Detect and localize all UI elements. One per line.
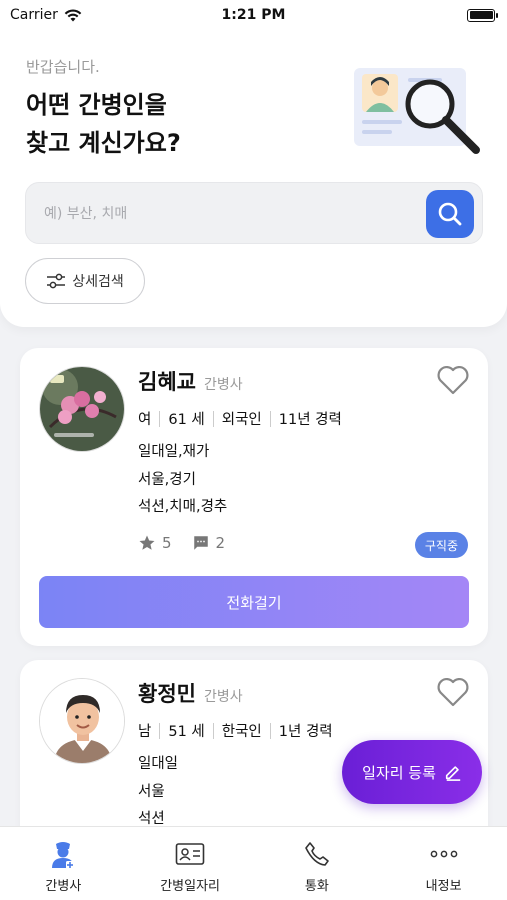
info-row: 남 51 세 한국인 1년 경력 xyxy=(138,720,333,741)
gender: 남 xyxy=(138,724,152,740)
reviews-count: 2 xyxy=(215,534,226,552)
divider xyxy=(212,722,214,739)
divider xyxy=(269,722,271,739)
gender: 여 xyxy=(138,412,152,428)
tab-jobs[interactable]: 간병일자리 xyxy=(127,827,254,900)
rating: 5 xyxy=(138,534,172,552)
battery-icon xyxy=(467,8,498,22)
call-button[interactable]: 전화걸기 xyxy=(39,576,469,628)
caregiver-name: 김혜교 xyxy=(138,370,196,394)
status-badge: 구직중 xyxy=(414,532,468,558)
name-row: 김혜교 간병사 xyxy=(138,366,243,396)
headline-line2: 찾고 계신가요? xyxy=(26,129,181,157)
tab-profile-label: 내정보 xyxy=(425,879,462,894)
header-section: 반갑습니다. 어떤 간병인을 찾고 계신가요? 상세검색 xyxy=(0,30,507,327)
nurse-icon xyxy=(48,839,78,869)
care-type: 일대일,재가 xyxy=(138,444,210,460)
divider xyxy=(212,410,214,427)
register-job-button[interactable]: 일자리 등록 xyxy=(342,740,482,804)
phone-icon xyxy=(302,839,332,869)
stats-row: 5 2 xyxy=(138,534,239,552)
care-type: 일대일 xyxy=(138,756,179,772)
caregiver-role: 간병사 xyxy=(203,377,243,393)
search-box xyxy=(25,182,483,244)
tab-profile[interactable]: 내정보 xyxy=(380,827,507,900)
headline: 어떤 간병인을 찾고 계신가요? xyxy=(26,86,181,162)
specialties: 석션,치매,경추 xyxy=(138,499,228,515)
region: 서울 xyxy=(138,784,165,800)
star-icon xyxy=(139,535,155,550)
heart-icon[interactable] xyxy=(436,364,470,396)
profile-search-illustration xyxy=(354,68,480,154)
caregiver-name: 황정민 xyxy=(138,682,196,706)
headline-line1: 어떤 간병인을 xyxy=(26,91,167,119)
divider xyxy=(159,410,161,427)
avatar xyxy=(39,678,125,764)
status-left: Carrier xyxy=(10,7,82,23)
status-bar: Carrier 1:21 PM xyxy=(0,0,507,30)
search-icon xyxy=(438,202,462,226)
wifi-icon xyxy=(64,9,82,21)
search-input[interactable] xyxy=(44,195,424,233)
detail-search-label: 상세검색 xyxy=(72,274,124,290)
info-row: 여 61 세 외국인 11년 경력 xyxy=(138,408,342,429)
heart-icon[interactable] xyxy=(436,676,470,708)
nationality: 한국인 xyxy=(221,724,262,740)
reviews: 2 xyxy=(192,534,226,552)
experience: 11년 경력 xyxy=(278,412,342,428)
tab-caregiver-label: 간병사 xyxy=(45,879,82,894)
detail-search-button[interactable]: 상세검색 xyxy=(25,258,145,304)
specialties: 석션 xyxy=(138,811,165,827)
register-job-label: 일자리 등록 xyxy=(362,763,436,782)
comment-icon xyxy=(193,536,208,550)
id-card-icon xyxy=(175,839,205,869)
caregiver-card[interactable]: 김혜교 간병사 여 61 세 외국인 11년 경력 일대일,재가 서울,경기 석… xyxy=(20,348,488,646)
tab-call-label: 통화 xyxy=(304,879,329,894)
rating-value: 5 xyxy=(162,534,172,552)
avatar xyxy=(39,366,125,452)
age: 51 세 xyxy=(168,724,205,740)
divider xyxy=(269,410,271,427)
tab-caregiver[interactable]: 간병사 xyxy=(0,827,127,900)
bottom-tab-bar: 간병사 간병일자리 통화 내정보 xyxy=(0,826,507,900)
divider xyxy=(159,722,161,739)
experience: 1년 경력 xyxy=(278,724,333,740)
tab-call[interactable]: 통화 xyxy=(254,827,381,900)
region: 서울,경기 xyxy=(138,472,196,488)
carrier-label: Carrier xyxy=(10,7,58,23)
filter-sliders-icon xyxy=(47,273,66,289)
pencil-icon xyxy=(445,766,461,781)
search-button[interactable] xyxy=(426,190,474,238)
greeting-text: 반갑습니다. xyxy=(26,58,100,76)
nationality: 외국인 xyxy=(221,412,262,428)
more-icon xyxy=(429,839,459,869)
caregiver-role: 간병사 xyxy=(203,689,243,705)
name-row: 황정민 간병사 xyxy=(138,678,243,708)
clock: 1:21 PM xyxy=(221,7,286,23)
tab-jobs-label: 간병일자리 xyxy=(160,879,221,894)
age: 61 세 xyxy=(168,412,205,428)
